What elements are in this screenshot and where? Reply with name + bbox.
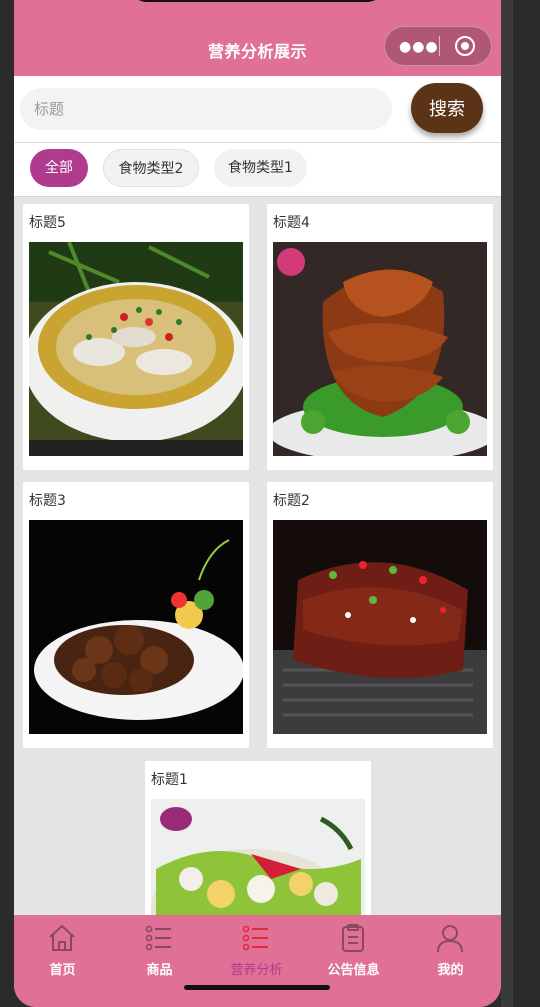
card-title: 标题4	[273, 215, 310, 231]
clipboard-icon	[342, 924, 364, 952]
tabbar-item-me[interactable]: 我的	[402, 915, 499, 985]
bottom-tab-bar: 首页 商品 营养分析 公告信息 我的	[14, 915, 501, 1007]
tab-food-type-1[interactable]: 食物类型1	[214, 149, 307, 187]
search-bar: 搜索	[14, 76, 501, 143]
list-icon	[145, 925, 171, 951]
grilled-ribs-photo	[273, 520, 487, 734]
more-dots-icon[interactable]: ●●●	[399, 39, 439, 55]
search-input[interactable]	[20, 88, 392, 130]
braised-fish-photo	[273, 242, 487, 456]
window-edge	[501, 0, 513, 1007]
tab-food-type-2[interactable]: 食物类型2	[103, 149, 199, 187]
food-card[interactable]: 标题3	[23, 482, 249, 748]
mini-program-capsule[interactable]: ●●●	[384, 26, 492, 66]
card-title: 标题3	[29, 493, 66, 509]
capsule-divider	[439, 36, 440, 56]
target-icon[interactable]	[455, 36, 475, 56]
fish-soup-photo	[29, 242, 243, 456]
tabbar-label: 我的	[437, 963, 464, 978]
device-notch	[132, 0, 382, 2]
list-icon	[242, 925, 268, 951]
home-indicator	[184, 985, 330, 990]
tabbar-item-products[interactable]: 商品	[111, 915, 208, 985]
food-card[interactable]: 标题4	[267, 204, 493, 470]
user-icon	[437, 925, 463, 953]
tabbar-label: 公告信息	[327, 963, 380, 978]
card-title: 标题5	[29, 215, 66, 231]
nav-header: 营养分析展示 ●●●	[14, 0, 501, 76]
food-card[interactable]: 标题2	[267, 482, 493, 748]
tab-all[interactable]: 全部	[30, 149, 88, 187]
tabbar-label: 商品	[146, 963, 173, 978]
card-title: 标题2	[273, 493, 310, 509]
tabbar-item-announcements[interactable]: 公告信息	[305, 915, 402, 985]
tabbar-label: 营养分析	[230, 963, 283, 978]
card-title: 标题1	[151, 772, 188, 788]
phone-screen: 营养分析展示 ●●● 搜索 全部 食物类型2 食物类型1 标题5	[14, 0, 501, 1007]
search-button[interactable]: 搜索	[411, 83, 483, 133]
tabbar-label: 首页	[49, 963, 76, 978]
category-tabs: 全部 食物类型2 食物类型1	[14, 143, 501, 197]
food-card[interactable]: 标题5	[23, 204, 249, 470]
home-icon	[49, 924, 75, 951]
tabbar-item-home[interactable]: 首页	[14, 915, 111, 985]
braised-pork-photo	[29, 520, 243, 734]
tabbar-item-nutrition[interactable]: 营养分析	[208, 915, 305, 985]
